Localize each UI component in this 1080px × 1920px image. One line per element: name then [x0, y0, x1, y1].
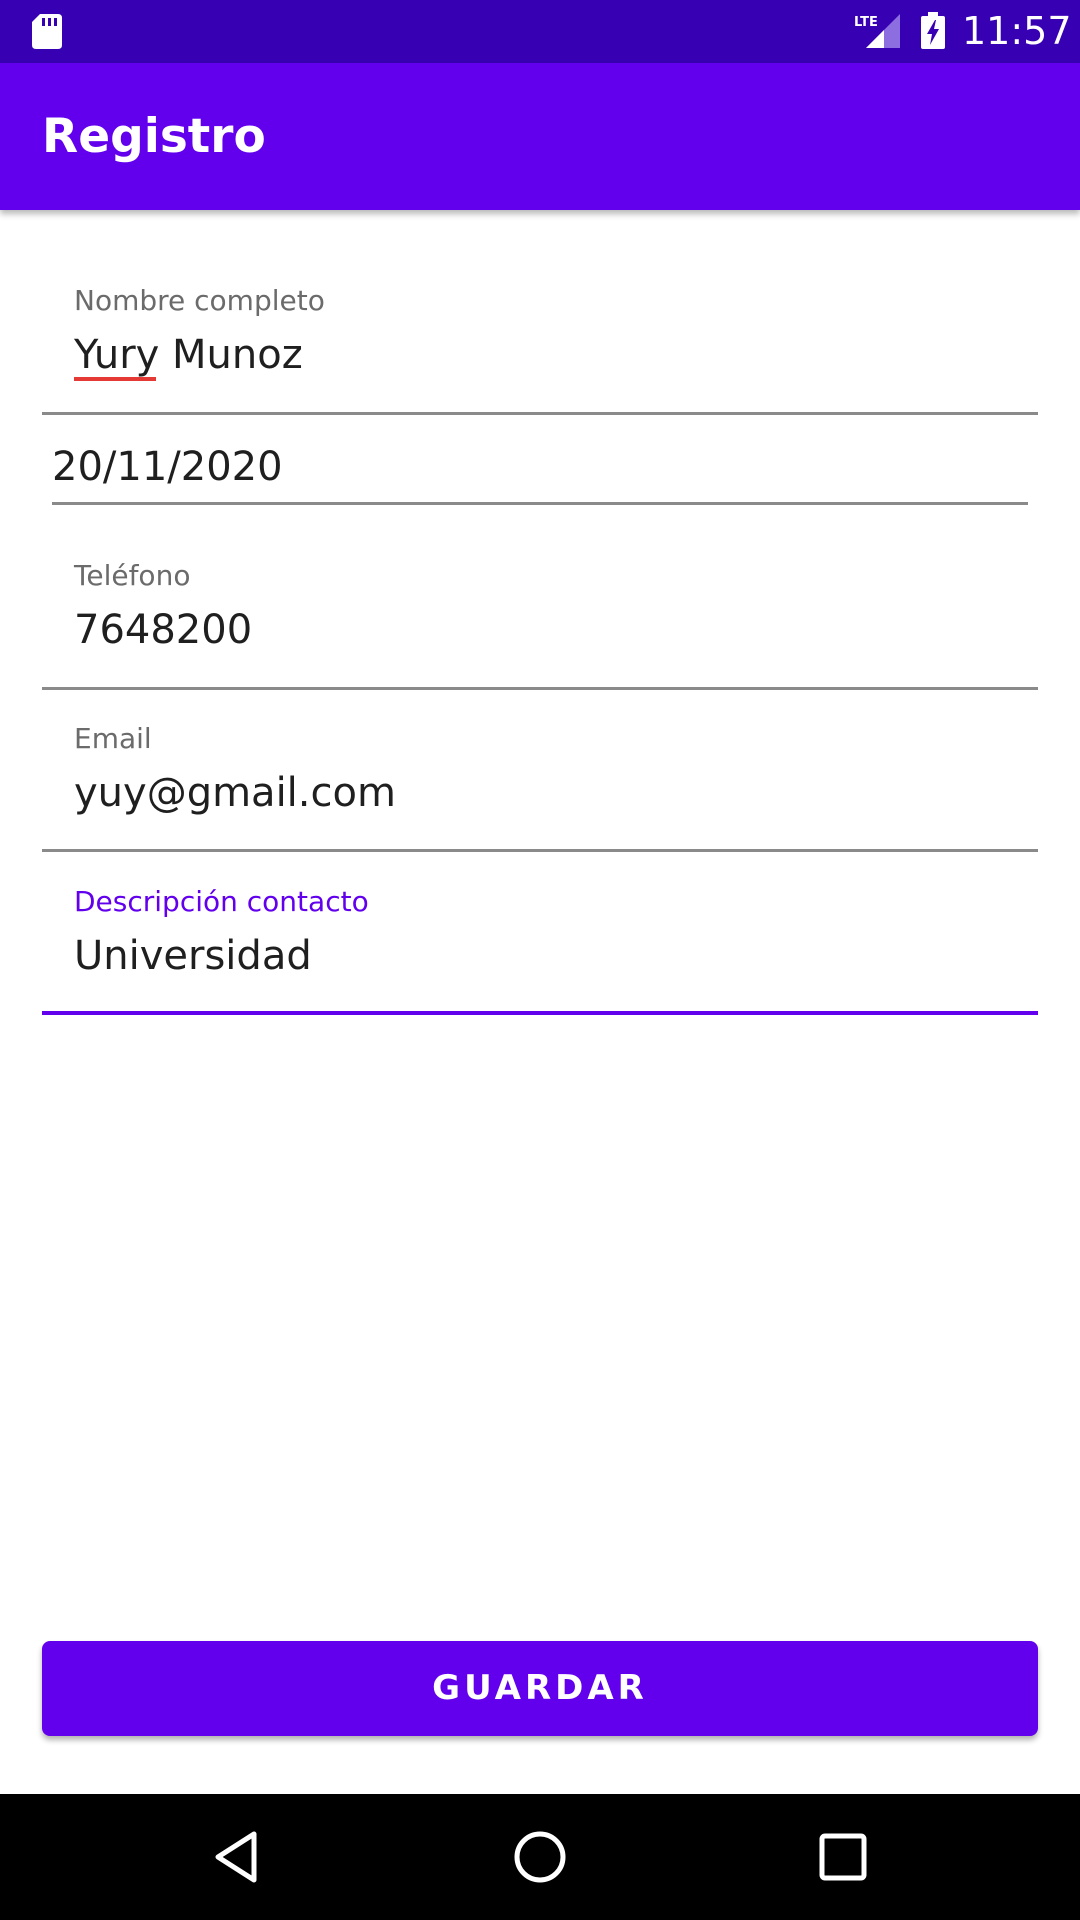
battery-charging-icon	[921, 12, 945, 49]
app-bar: Registro	[0, 63, 1080, 210]
lte-signal-icon: LTE	[854, 14, 900, 48]
email-field[interactable]: Email yuy@gmail.com	[42, 708, 1038, 854]
save-button[interactable]: GUARDAR	[42, 1641, 1038, 1736]
email-label: Email	[74, 722, 152, 755]
phone-input[interactable]: 7648200	[74, 607, 252, 653]
description-underline	[42, 1011, 1038, 1015]
navigation-bar	[0, 1794, 1080, 1920]
description-label: Descripción contacto	[74, 885, 369, 918]
email-underline	[42, 849, 1038, 852]
phone-field[interactable]: Teléfono 7648200	[42, 545, 1038, 691]
description-field[interactable]: Descripción contacto Universidad	[42, 871, 1038, 1017]
date-field[interactable]: 20/11/2020	[52, 440, 1028, 506]
status-bar: LTE 11:57	[0, 0, 1080, 63]
svg-text:LTE: LTE	[854, 15, 878, 30]
status-clock: 11:57	[962, 9, 1072, 53]
back-icon[interactable]	[209, 1829, 265, 1885]
email-input[interactable]: yuy@gmail.com	[74, 770, 396, 816]
full-name-label: Nombre completo	[74, 284, 325, 317]
phone-underline	[42, 687, 1038, 690]
full-name-input[interactable]: Yury Munoz	[74, 332, 303, 378]
full-name-underline	[42, 412, 1038, 415]
phone-label: Teléfono	[74, 559, 191, 592]
home-icon[interactable]	[512, 1829, 568, 1885]
date-underline	[52, 502, 1028, 505]
date-input[interactable]: 20/11/2020	[52, 444, 283, 490]
sd-card-icon	[32, 14, 62, 49]
full-name-field[interactable]: Nombre completo Yury Munoz	[42, 270, 1038, 416]
registro-screen: LTE 11:57 Registro Nombre completo Yury …	[0, 0, 1080, 1920]
page-title: Registro	[42, 109, 266, 164]
description-input[interactable]: Universidad	[74, 933, 312, 979]
recents-icon[interactable]	[815, 1829, 871, 1885]
spellcheck-underline	[74, 377, 156, 381]
